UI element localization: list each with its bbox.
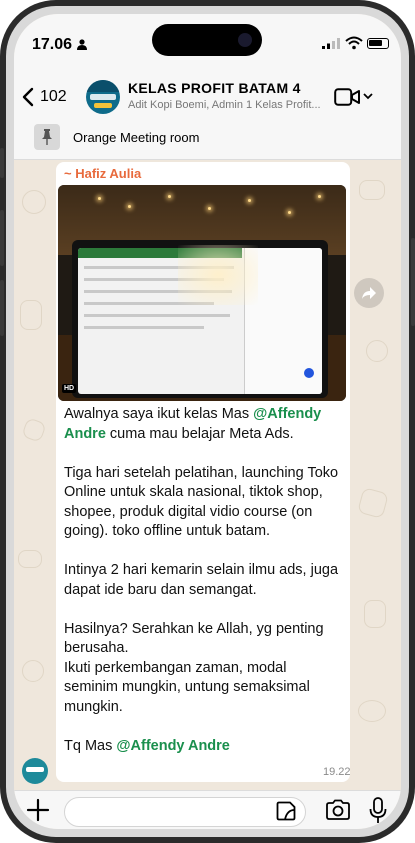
message-text: Awalnya saya ikut kelas Mas @Affendy And…	[64, 405, 344, 756]
paragraph: Tiga hari setelah pelatihan, launching T…	[64, 464, 339, 540]
dynamic-island	[152, 24, 262, 56]
group-avatar[interactable]	[86, 80, 120, 114]
sender-avatar[interactable]	[22, 758, 48, 784]
status-time: 17.06	[32, 36, 73, 53]
group-members: Adit Kopi Boemi, Admin 1 Kelas Profit...	[128, 99, 321, 111]
power-button	[411, 238, 415, 326]
chevron-down-icon[interactable]	[363, 92, 373, 100]
forward-button[interactable]	[354, 278, 384, 308]
message-input[interactable]	[64, 797, 306, 827]
phone-screen: 17.06 102 KELAS PROFIT BATAM 4 Adit Kopi…	[14, 14, 401, 829]
back-chevron-icon	[22, 87, 34, 107]
message-photo[interactable]: HD	[58, 185, 346, 401]
group-name[interactable]: KELAS PROFIT BATAM 4	[128, 80, 301, 96]
pinned-text: Orange Meeting room	[73, 130, 200, 145]
person-icon	[77, 39, 87, 50]
paragraph: Hasilnya? Serahkan ke Allah, yg penting …	[64, 620, 324, 657]
message-time: 19.22	[323, 766, 351, 778]
battery-icon	[367, 38, 389, 49]
forward-icon	[362, 287, 376, 299]
video-call-icon[interactable]	[334, 88, 360, 106]
pinned-message-bar[interactable]: Orange Meeting room	[14, 115, 401, 160]
sticker-icon[interactable]	[276, 801, 296, 821]
pin-icon	[42, 129, 52, 145]
status-bar: 17.06	[14, 14, 401, 70]
plus-icon[interactable]	[26, 798, 50, 822]
side-button	[0, 210, 4, 266]
side-button	[0, 280, 4, 336]
wifi-icon	[345, 36, 363, 50]
paragraph: Intinya 2 hari kemarin selain ilmu ads, …	[64, 562, 339, 598]
paragraph: Ikuti perkembangan zaman, modal seminim …	[64, 659, 310, 715]
message-bubble[interactable]: ~ Hafiz Aulia HD Awalnya saya ikut kelas…	[56, 162, 351, 782]
camera-icon[interactable]	[325, 799, 351, 821]
mention-link[interactable]: @Affendy Andre	[116, 738, 230, 754]
signal-icon	[322, 38, 340, 49]
input-bar	[14, 790, 401, 829]
side-button	[0, 148, 4, 178]
unread-count: 102	[40, 88, 67, 105]
sender-name[interactable]: ~ Hafiz Aulia	[64, 166, 141, 181]
hd-badge: HD	[62, 384, 77, 393]
pin-icon-box	[34, 124, 60, 150]
back-button[interactable]: 102	[22, 87, 67, 107]
mic-icon[interactable]	[369, 797, 387, 825]
